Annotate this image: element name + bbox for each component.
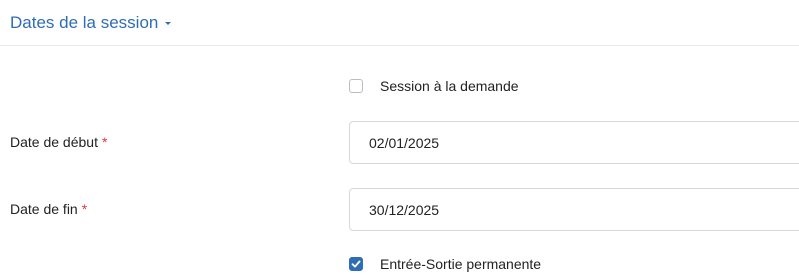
start-date-label-text: Date de début <box>10 134 98 150</box>
start-date-input[interactable] <box>349 121 799 164</box>
caret-down-icon <box>165 22 172 25</box>
permanent-entry-label: Entrée-Sortie permanente <box>380 256 542 272</box>
on-demand-option[interactable]: Session à la demande <box>349 78 519 94</box>
session-dates-form: Dates de la session Session à la demande… <box>0 0 799 275</box>
end-date-label: Date de fin * <box>10 201 87 217</box>
on-demand-label: Session à la demande <box>380 78 519 94</box>
required-marker: * <box>81 201 88 217</box>
start-date-label: Date de début * <box>10 134 107 150</box>
required-marker: * <box>101 134 108 150</box>
section-header: Dates de la session <box>0 0 799 46</box>
permanent-entry-option[interactable]: Entrée-Sortie permanente <box>349 256 541 272</box>
checkmark-icon <box>351 260 361 268</box>
section-toggle[interactable]: Dates de la session <box>10 12 172 33</box>
permanent-entry-checkbox[interactable] <box>349 257 363 271</box>
section-title: Dates de la session <box>10 12 159 32</box>
on-demand-checkbox[interactable] <box>349 79 363 93</box>
end-date-label-text: Date de fin <box>10 201 78 217</box>
end-date-input[interactable] <box>349 188 799 231</box>
